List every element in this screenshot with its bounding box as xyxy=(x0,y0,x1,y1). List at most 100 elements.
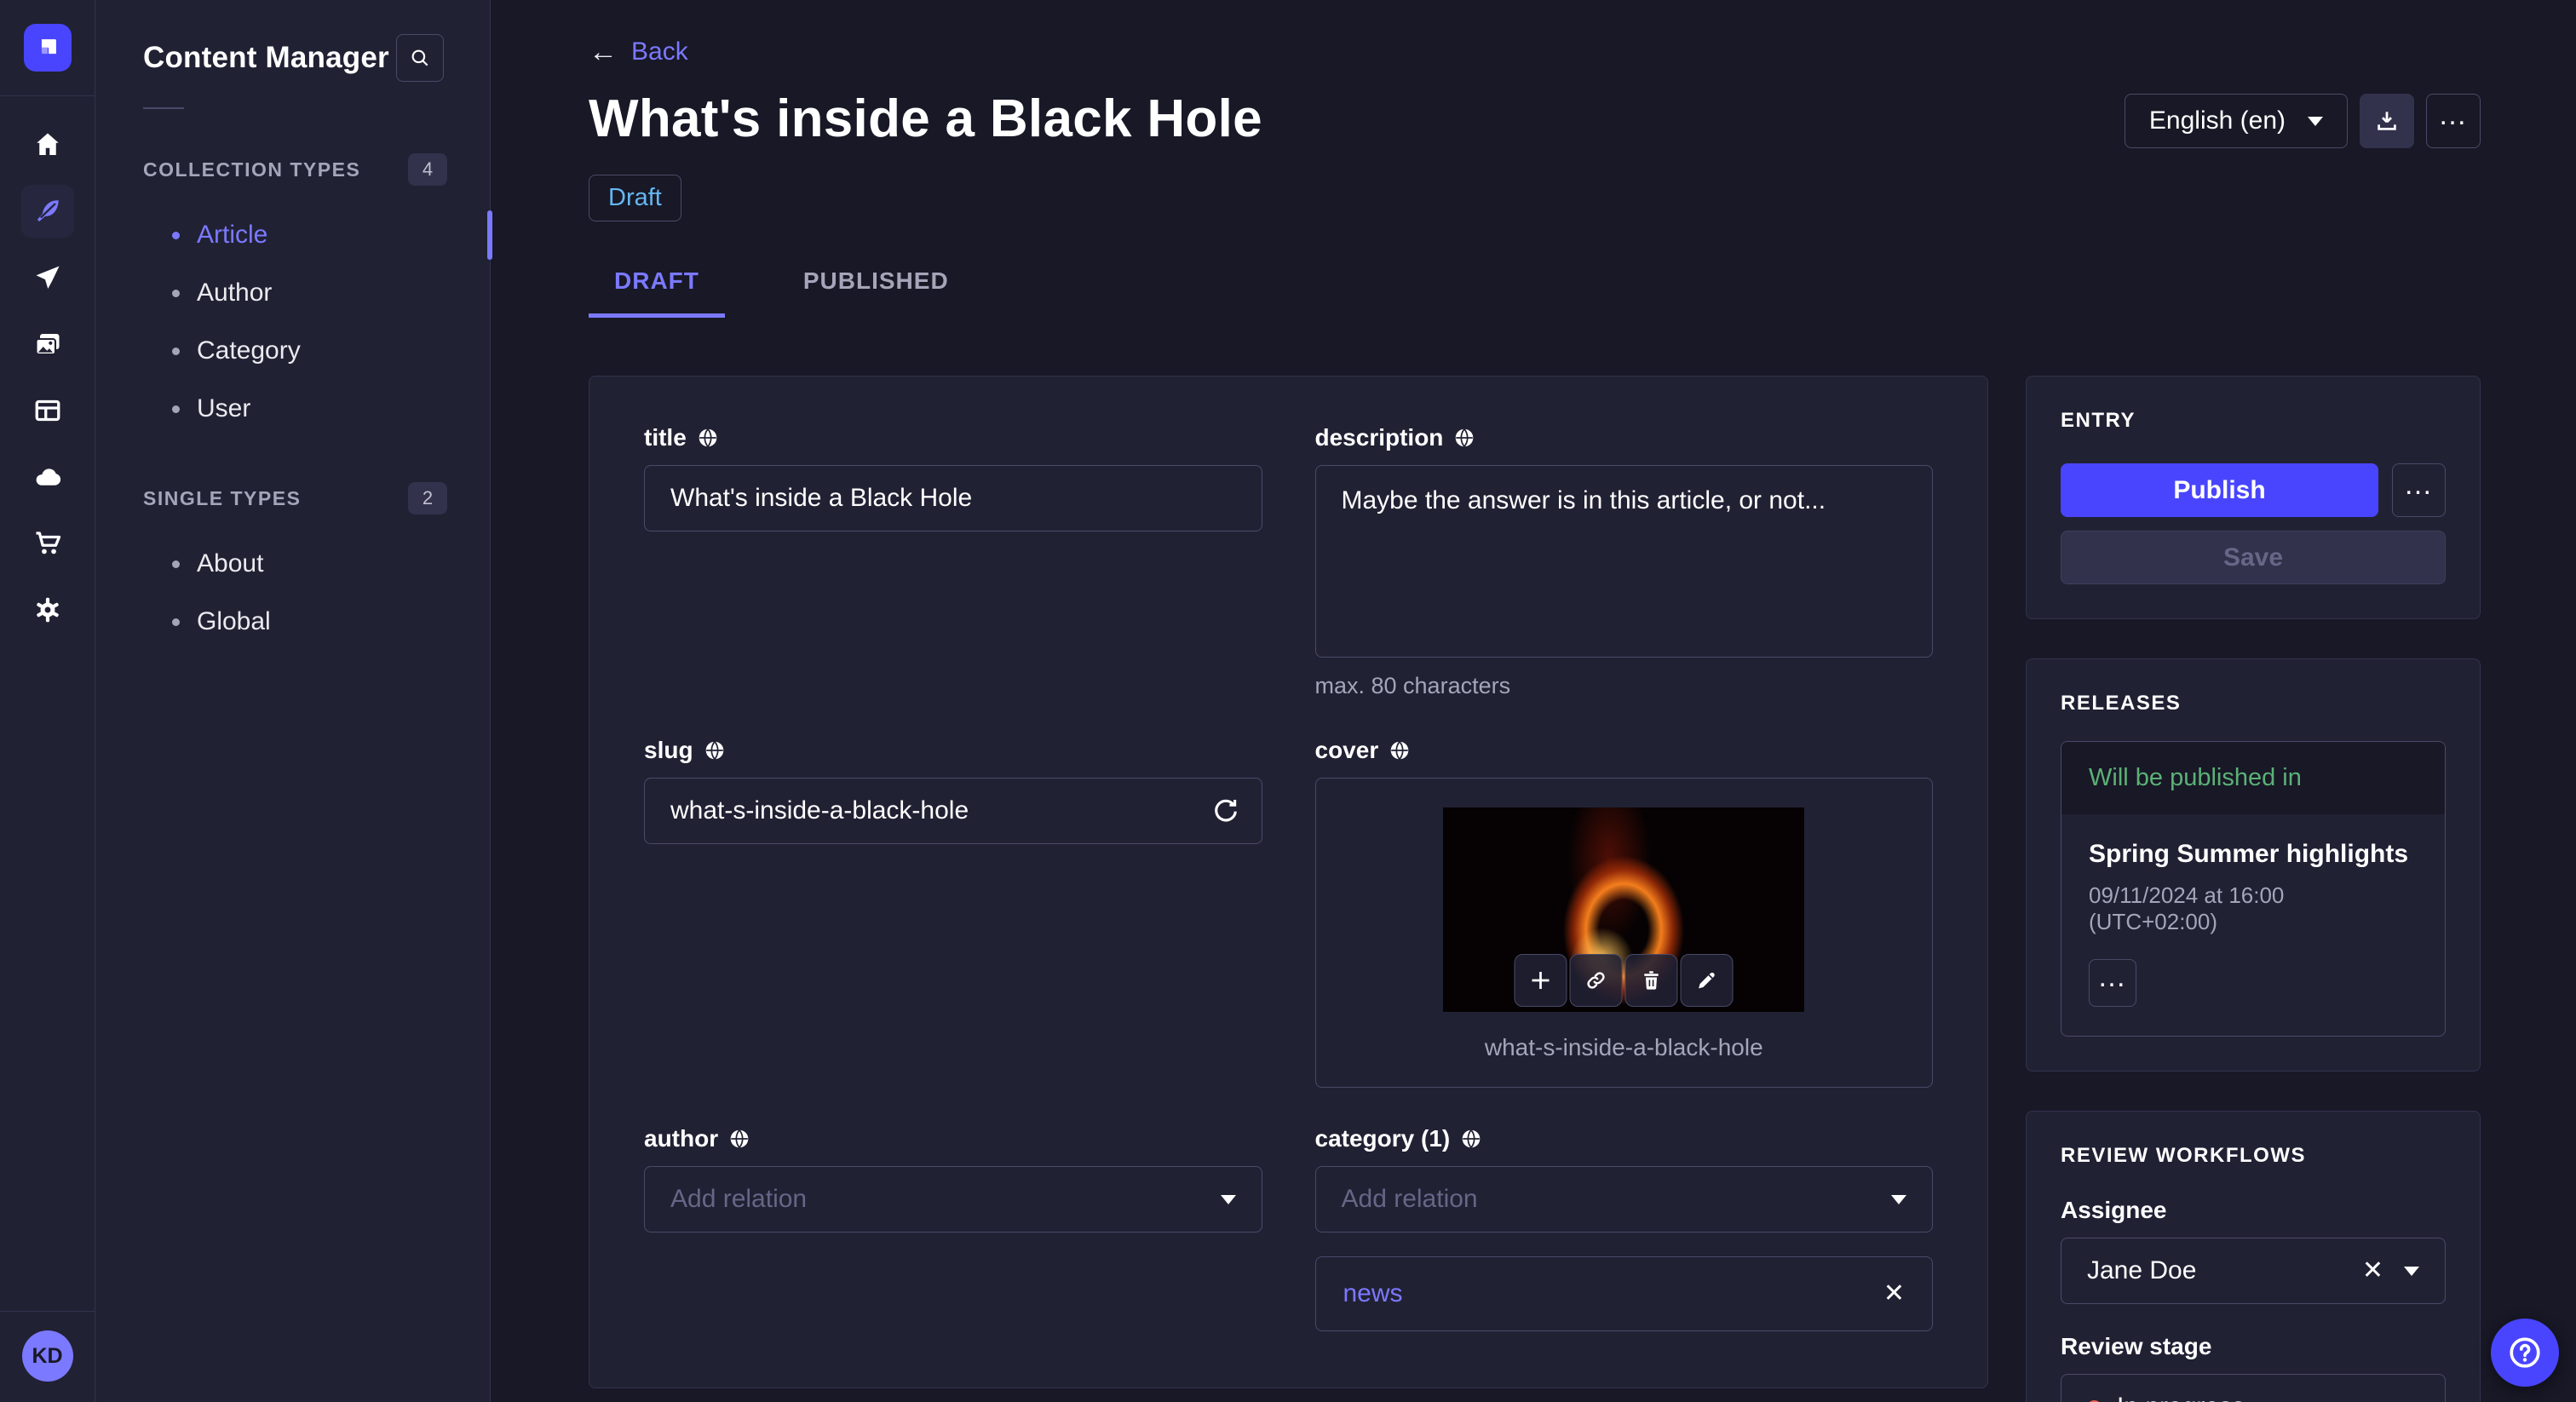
ellipsis-icon: … xyxy=(2403,468,2435,501)
bullet-dot xyxy=(172,405,180,413)
review-workflows-heading: REVIEW WORKFLOWS xyxy=(2061,1144,2306,1167)
review-stage-combobox[interactable]: In progress xyxy=(2061,1374,2446,1402)
strapi-logo-icon xyxy=(41,39,56,55)
sidebar-item-label: Author xyxy=(197,279,273,307)
regenerate-slug-icon[interactable] xyxy=(1211,796,1240,825)
collection-types-count-badge: 4 xyxy=(408,153,447,186)
slug-input[interactable] xyxy=(644,778,1262,844)
entry-panel-heading: ENTRY xyxy=(2061,409,2136,432)
arrow-left-icon: ← xyxy=(589,36,618,68)
field-cover: cover what-s-inside-a-black-hole xyxy=(1314,737,1933,1088)
field-author: author Add relation xyxy=(644,1125,1262,1331)
media-library-icon[interactable] xyxy=(21,318,74,371)
publish-button[interactable]: Publish xyxy=(2061,463,2378,517)
sidebar-item-author[interactable]: Author xyxy=(95,264,490,322)
sidebar-item-category[interactable]: Category xyxy=(95,322,490,380)
pencil-icon xyxy=(1699,972,1715,989)
strapi-logo[interactable] xyxy=(23,24,72,72)
title-field-label: title xyxy=(644,424,687,451)
cover-asset-card: what-s-inside-a-black-hole xyxy=(1314,778,1933,1088)
delete-asset-button[interactable] xyxy=(1624,954,1678,1007)
sidebar-item-global[interactable]: Global xyxy=(95,593,490,651)
save-button[interactable]: Save xyxy=(2061,531,2446,584)
locale-select[interactable]: English (en) xyxy=(2124,94,2348,148)
main-nav-rail: KD xyxy=(0,0,95,1402)
content-manager-sidebar: Content Manager COLLECTION TYPES 4 Artic… xyxy=(95,0,492,1402)
collection-types-section: COLLECTION TYPES 4 Article Author Catego… xyxy=(95,153,490,438)
collection-types-label: COLLECTION TYPES xyxy=(143,158,361,181)
title-input[interactable] xyxy=(644,465,1262,531)
single-types-label: SINGLE TYPES xyxy=(143,486,302,509)
user-avatar[interactable]: KD xyxy=(21,1330,73,1382)
globe-icon xyxy=(699,428,717,447)
cover-image xyxy=(1443,807,1805,1012)
release-name: Spring Summer highlights xyxy=(2089,840,2409,868)
globe-icon xyxy=(1462,1129,1481,1148)
locale-value: English (en) xyxy=(2148,106,2286,135)
sidebar-item-label: About xyxy=(197,549,264,577)
version-tabs: DRAFT PUBLISHED xyxy=(589,267,2481,318)
entry-more-button[interactable]: … xyxy=(2392,463,2446,517)
question-mark-icon xyxy=(2510,1337,2540,1368)
back-label: Back xyxy=(631,37,688,66)
content-type-builder-icon[interactable] xyxy=(21,384,74,437)
sidebar-item-article[interactable]: Article xyxy=(95,206,490,264)
add-asset-button[interactable] xyxy=(1514,954,1567,1007)
release-date: 09/11/2024 at 16:00 (UTC+02:00) xyxy=(2089,882,2285,934)
marketplace-icon[interactable] xyxy=(21,517,74,570)
help-button[interactable] xyxy=(2491,1319,2559,1387)
tab-draft[interactable]: DRAFT xyxy=(589,267,725,318)
ellipsis-icon: … xyxy=(2438,99,2469,131)
releases-panel-heading: RELEASES xyxy=(2061,692,2182,715)
entry-form-card: title description Maybe the answer is in… xyxy=(589,376,1988,1388)
ellipsis-icon: … xyxy=(2097,961,2128,993)
content-manager-icon[interactable] xyxy=(20,185,74,238)
sidebar-item-user[interactable]: User xyxy=(95,380,490,438)
review-workflows-panel: REVIEW WORKFLOWS Assignee Jane Doe ✕ Rev… xyxy=(2026,1111,2481,1402)
entry-panel: ENTRY Publish … Save xyxy=(2026,376,2481,619)
settings-gear-icon[interactable] xyxy=(21,583,74,636)
release-status: Will be published in xyxy=(2061,742,2445,814)
chevron-down-icon xyxy=(1220,1194,1236,1204)
back-link[interactable]: ← Back xyxy=(589,37,688,66)
remove-relation-icon[interactable]: ✕ xyxy=(1883,1281,1905,1307)
sidebar-item-label: Article xyxy=(197,221,268,249)
description-textarea[interactable]: Maybe the answer is in this article, or … xyxy=(1314,465,1933,658)
author-relation-combobox[interactable]: Add relation xyxy=(644,1166,1262,1232)
copy-link-button[interactable] xyxy=(1569,954,1623,1007)
cover-filename: what-s-inside-a-black-hole xyxy=(1484,1034,1763,1060)
bullet-dot xyxy=(172,289,180,297)
logo-section xyxy=(0,0,95,96)
description-field-label: description xyxy=(1314,424,1444,451)
category-field-label: category (1) xyxy=(1314,1125,1451,1152)
release-more-button[interactable]: … xyxy=(2089,959,2136,1007)
cloud-icon[interactable] xyxy=(21,451,74,503)
field-description: description Maybe the answer is in this … xyxy=(1314,424,1933,699)
home-icon[interactable] xyxy=(21,118,74,171)
cover-field-label: cover xyxy=(1314,737,1379,763)
main-content: ← Back What's inside a Black Hole Englis… xyxy=(491,0,2576,1402)
edit-asset-button[interactable] xyxy=(1680,954,1734,1007)
category-relation-link[interactable]: news xyxy=(1343,1279,1883,1308)
release-card: Will be published in Spring Summer highl… xyxy=(2061,741,2446,1037)
assignee-value: Jane Doe xyxy=(2087,1256,2197,1284)
tab-published[interactable]: PUBLISHED xyxy=(778,267,975,318)
chevron-down-icon xyxy=(2308,116,2323,126)
export-button[interactable] xyxy=(2360,94,2414,148)
single-types-section: SINGLE TYPES 2 About Global xyxy=(95,482,490,651)
header-more-button[interactable]: … xyxy=(2426,94,2481,148)
form-column: title description Maybe the answer is in… xyxy=(589,376,1988,1402)
clear-assignee-icon[interactable]: ✕ xyxy=(2362,1258,2383,1284)
header-controls: English (en) … xyxy=(2124,94,2481,148)
assignee-combobox[interactable]: Jane Doe ✕ xyxy=(2061,1238,2446,1304)
sidebar-item-label: User xyxy=(197,394,251,422)
search-button[interactable] xyxy=(396,34,444,82)
status-badge: Draft xyxy=(589,175,681,221)
sidebar-title: Content Manager xyxy=(143,41,389,74)
globe-icon xyxy=(1390,741,1409,760)
globe-icon xyxy=(1456,428,1474,447)
category-relation-combobox[interactable]: Add relation xyxy=(1314,1166,1933,1232)
single-types-count-badge: 2 xyxy=(408,482,447,514)
releases-icon[interactable] xyxy=(21,251,74,304)
sidebar-item-about[interactable]: About xyxy=(95,535,490,593)
